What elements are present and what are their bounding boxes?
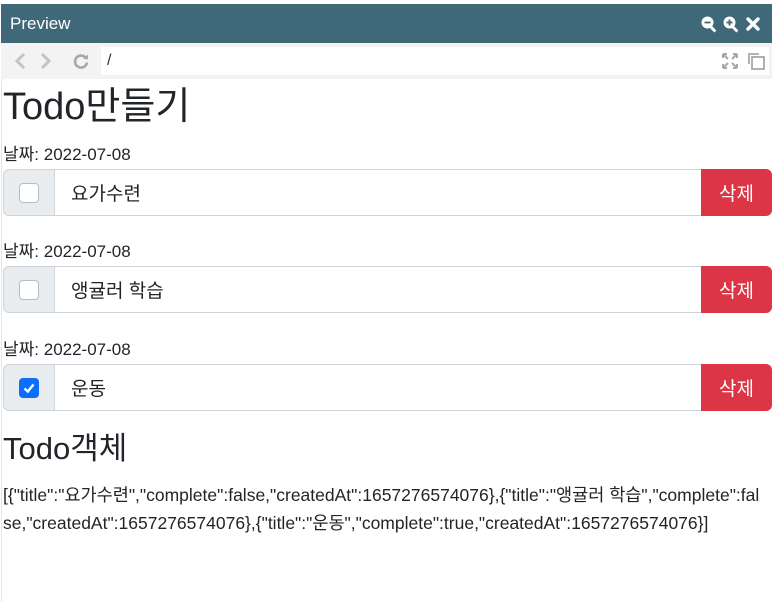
zoom-out-icon[interactable]: [698, 13, 720, 35]
back-icon[interactable]: [9, 47, 33, 75]
date-label: 날짜:: [3, 340, 44, 359]
zoom-in-icon[interactable]: [720, 13, 742, 35]
browser-toolbar: /: [1, 43, 772, 79]
address-bar[interactable]: /: [101, 47, 769, 75]
complete-checkbox[interactable]: [19, 182, 39, 203]
todo-json-output: [{"title":"요가수련","complete":false,"creat…: [3, 485, 760, 533]
refresh-icon[interactable]: [69, 47, 93, 75]
todo-title-input[interactable]: [55, 364, 701, 411]
date-value: 2022-07-08: [43, 145, 131, 164]
object-heading: Todo객체: [3, 431, 128, 466]
window-title: Preview: [10, 13, 71, 33]
delete-button[interactable]: 삭제: [701, 266, 772, 313]
todo-title-input[interactable]: [55, 266, 701, 313]
checkbox-cell: [3, 266, 55, 313]
date-label: 날짜:: [3, 145, 44, 164]
todo-date: 날짜: 2022-07-08: [3, 145, 131, 165]
todo-item: 삭제: [3, 364, 772, 411]
page-title: Todo만들기: [3, 86, 191, 128]
expand-icon[interactable]: [717, 48, 743, 74]
todo-date: 날짜: 2022-07-08: [3, 340, 131, 360]
forward-icon[interactable]: [33, 47, 57, 75]
preview-content: Todo만들기 날짜: 2022-07-08 삭제 날짜: 2022-07-08…: [1, 79, 772, 602]
address-path: /: [107, 52, 112, 69]
todo-item: 삭제: [3, 169, 772, 216]
date-label: 날짜:: [3, 242, 44, 261]
checkmark-icon: [23, 383, 35, 393]
close-icon[interactable]: [742, 13, 764, 35]
complete-checkbox[interactable]: [19, 377, 39, 398]
open-window-icon[interactable]: [743, 48, 769, 74]
todo-date: 날짜: 2022-07-08: [3, 242, 131, 262]
todo-title-input[interactable]: [55, 169, 701, 216]
delete-button[interactable]: 삭제: [701, 169, 772, 216]
date-value: 2022-07-08: [43, 340, 131, 359]
delete-button[interactable]: 삭제: [701, 364, 772, 411]
complete-checkbox[interactable]: [19, 279, 39, 300]
checkbox-cell: [3, 364, 55, 411]
checkbox-cell: [3, 169, 55, 216]
preview-titlebar: Preview: [1, 4, 772, 43]
date-value: 2022-07-08: [43, 242, 131, 261]
todo-item: 삭제: [3, 266, 772, 313]
